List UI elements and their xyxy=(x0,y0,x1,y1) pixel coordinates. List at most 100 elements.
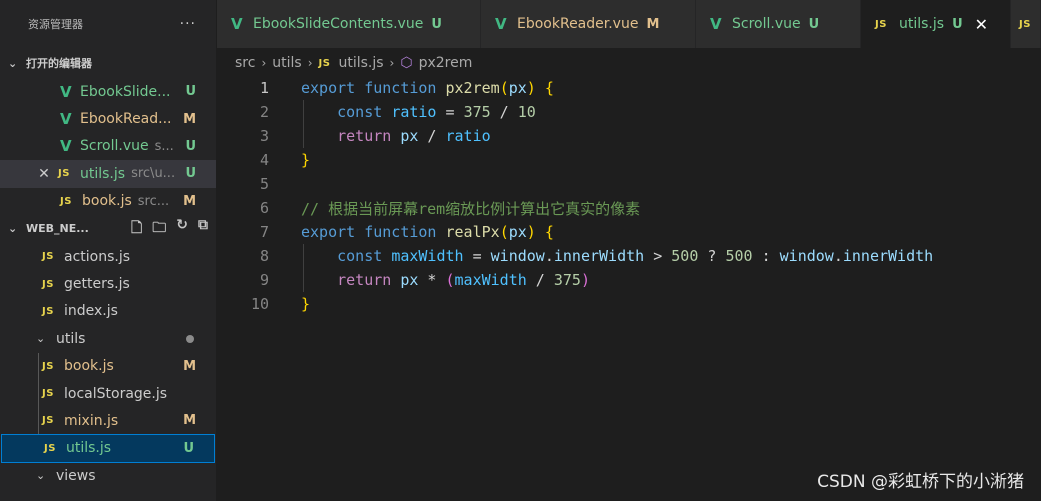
vue-file-icon: V xyxy=(60,137,72,156)
chevron-down-icon: ⌄ xyxy=(8,222,18,236)
open-editor-item[interactable]: V Scroll.vue s... U xyxy=(0,133,216,160)
open-editor-item[interactable]: V EbookSlide... U xyxy=(0,78,216,105)
tab-overflow[interactable]: JS xyxy=(1011,0,1041,48)
file-name: localStorage.js xyxy=(64,385,168,402)
git-status-badge: U xyxy=(952,16,963,32)
git-status-badge: U xyxy=(185,84,196,100)
line-number: 9 xyxy=(259,271,269,289)
code-editor[interactable]: 1 export function px2rem(px) { 2 const r… xyxy=(217,76,1041,316)
js-file-icon: JS xyxy=(318,57,331,69)
open-editor-name: book.js xyxy=(82,193,132,210)
js-file-icon: JS xyxy=(42,415,54,427)
file-item[interactable]: JS getters.js xyxy=(0,270,216,297)
breadcrumb-symbol[interactable]: px2rem xyxy=(419,55,473,71)
new-file-icon[interactable]: 🗋 xyxy=(131,217,142,241)
git-status-badge: U xyxy=(808,16,820,32)
js-file-icon: JS xyxy=(60,195,72,207)
chevron-right-icon: › xyxy=(261,56,267,70)
open-editor-item[interactable]: JS book.js src... M xyxy=(0,188,216,215)
open-editor-path: src... xyxy=(137,193,170,209)
js-file-icon: JS xyxy=(1019,18,1031,30)
open-editors-label: 打开的编辑器 xyxy=(26,57,92,70)
file-item[interactable]: JS index.js xyxy=(0,298,216,325)
line-number: 10 xyxy=(250,295,269,313)
git-status-badge: M xyxy=(646,16,660,32)
open-editor-name: EbookSlide... xyxy=(80,83,171,100)
code-line: 5 xyxy=(217,172,1041,196)
vue-file-icon: V xyxy=(231,15,243,33)
folder-name: utils xyxy=(56,330,86,347)
code-line: 8 const maxWidth = window.innerWidth > 5… xyxy=(217,244,1041,268)
code-text: const maxWidth = window.innerWidth > 500… xyxy=(337,247,934,265)
open-editor-item[interactable]: V EbookRead... M xyxy=(0,105,216,132)
breadcrumb-file[interactable]: utils.js xyxy=(338,55,383,71)
collapse-all-icon[interactable]: ⧉ xyxy=(198,217,208,241)
open-editor-name: Scroll.vue xyxy=(80,138,149,155)
code-text: export function realPx(px) { xyxy=(301,223,554,241)
line-number: 1 xyxy=(259,79,269,97)
file-item[interactable]: JS book.js M xyxy=(0,352,216,380)
code-line: 2 const ratio = 375 / 10 xyxy=(217,100,1041,124)
git-status-badge: M xyxy=(183,193,196,209)
code-text: return px / ratio xyxy=(337,127,491,145)
vue-file-icon: V xyxy=(60,82,72,101)
function-cube-icon: ⬡ xyxy=(400,55,413,71)
watermark: CSDN @彩虹桥下的小淅猪 xyxy=(817,472,1024,492)
chevron-down-icon: ⌄ xyxy=(8,56,18,70)
code-line: 9 return px * (maxWidth / 375) xyxy=(217,268,1041,292)
close-icon[interactable]: ✕ xyxy=(975,15,988,34)
new-folder-icon[interactable]: 🗀 xyxy=(152,217,166,241)
indent-guide xyxy=(38,352,39,380)
git-status-badge: U xyxy=(431,16,442,32)
tab-label: EbookSlideContents.vue xyxy=(253,16,424,32)
code-text: const ratio = 375 / 10 xyxy=(337,103,536,121)
explorer-title: 资源管理器 xyxy=(28,18,83,31)
folder-item-views[interactable]: ⌄ views xyxy=(0,462,216,489)
vue-file-icon: V xyxy=(60,110,72,129)
git-status-badge: M xyxy=(183,111,196,127)
chevron-down-icon: ⌄ xyxy=(36,332,46,346)
tab-label: EbookReader.vue xyxy=(517,16,639,32)
line-number: 6 xyxy=(259,199,269,217)
tab-ebook-slide-contents[interactable]: V EbookSlideContents.vue U xyxy=(217,0,481,48)
file-item[interactable]: JS localStorage.js xyxy=(0,379,216,408)
js-file-icon: JS xyxy=(42,278,54,290)
line-number: 5 xyxy=(259,175,269,193)
file-item-selected[interactable]: JS utils.js U xyxy=(1,433,215,464)
file-name: actions.js xyxy=(64,248,131,265)
open-editor-path: s... xyxy=(154,138,174,154)
git-status-badge: U xyxy=(185,166,196,182)
file-item[interactable]: JS mixin.js M xyxy=(0,407,216,435)
open-editors-header[interactable]: ⌄ 打开的编辑器 xyxy=(0,48,216,78)
code-text: return px * (maxWidth / 375) xyxy=(337,271,590,289)
tab-bar: V EbookSlideContents.vue U V EbookReader… xyxy=(217,0,1041,48)
workspace-label: WEB_NE... xyxy=(26,222,89,236)
line-number: 7 xyxy=(259,223,269,241)
js-file-icon: JS xyxy=(44,442,56,454)
js-file-icon: JS xyxy=(42,388,54,400)
tab-label: utils.js xyxy=(899,16,945,32)
breadcrumb-utils[interactable]: utils xyxy=(272,55,301,71)
more-actions-icon[interactable]: ··· xyxy=(180,16,196,32)
indent-guide xyxy=(38,407,39,435)
code-line: 4 } xyxy=(217,148,1041,172)
open-editor-item-active[interactable]: ✕ JS utils.js src\u... U xyxy=(0,160,216,188)
tab-scroll[interactable]: V Scroll.vue U xyxy=(696,0,861,48)
git-status-badge: U xyxy=(185,138,196,154)
breadcrumb-src[interactable]: src xyxy=(235,55,255,71)
vue-file-icon: V xyxy=(710,15,722,33)
tab-utils-active[interactable]: JS utils.js U ✕ xyxy=(861,0,1011,48)
file-item[interactable]: JS actions.js xyxy=(0,243,216,270)
refresh-icon[interactable]: ↻ xyxy=(176,217,188,241)
tab-ebook-reader[interactable]: V EbookReader.vue M xyxy=(481,0,696,48)
workspace-header[interactable]: ⌄ WEB_NE... 🗋 🗀 ↻ ⧉ xyxy=(0,215,216,243)
code-line: 3 return px / ratio xyxy=(217,124,1041,148)
editor-area: V EbookSlideContents.vue U V EbookReader… xyxy=(217,0,1041,501)
close-icon[interactable]: ✕ xyxy=(34,166,54,182)
chevron-down-icon: ⌄ xyxy=(36,469,46,483)
folder-item-utils[interactable]: ⌄ utils xyxy=(0,325,216,352)
folder-name: views xyxy=(56,467,96,484)
code-line: 10 } xyxy=(217,292,1041,316)
open-editor-name: EbookRead... xyxy=(80,111,172,128)
js-file-icon: JS xyxy=(42,360,54,372)
